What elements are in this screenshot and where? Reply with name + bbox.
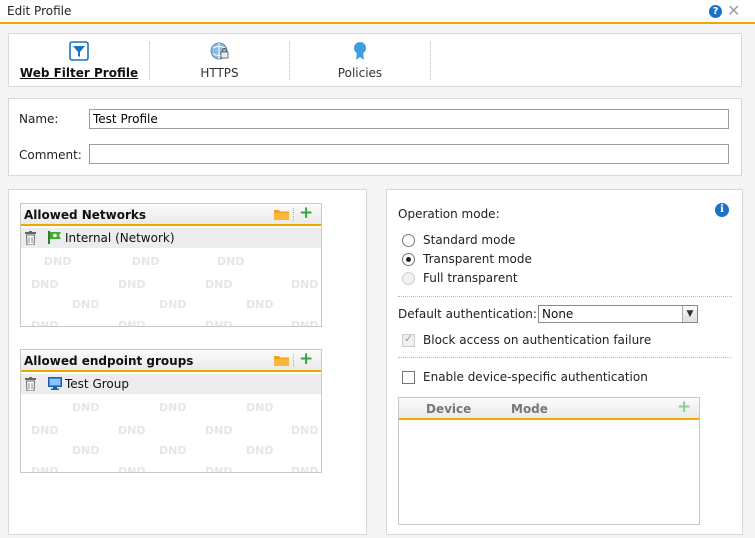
dnd-placeholder: DND [118, 424, 146, 437]
filter-icon [69, 41, 89, 61]
dnd-placeholder: DND [159, 298, 187, 311]
column-header-mode[interactable]: Mode [511, 402, 548, 416]
dnd-placeholder: DND [72, 444, 100, 457]
section-divider [398, 357, 732, 358]
device-auth-table[interactable]: Device Mode + [398, 397, 700, 525]
allowed-lists-panel: Allowed Networks + Internal (Network) DN… [8, 189, 367, 535]
block-access-checkbox[interactable] [402, 332, 415, 347]
dnd-placeholder: DND [159, 401, 187, 414]
dnd-placeholder: DND [72, 298, 100, 311]
standard-mode-radio[interactable] [402, 234, 415, 247]
list-item[interactable]: Test Group [21, 374, 321, 394]
question-icon[interactable]: ? [709, 5, 722, 18]
dnd-placeholder: DND [118, 465, 146, 473]
dnd-placeholder: DND [291, 319, 319, 327]
dnd-placeholder: DND [31, 278, 59, 291]
dnd-placeholder: DND [44, 255, 72, 268]
trash-icon[interactable] [25, 377, 36, 391]
dnd-placeholder: DND [118, 319, 146, 327]
tab-https[interactable]: HTTPS [150, 34, 289, 86]
list-item-label: Test Group [65, 377, 129, 391]
selected-value: None [542, 307, 574, 321]
https-lock-icon [210, 42, 228, 60]
folder-icon[interactable] [274, 355, 289, 366]
device-specific-auth-checkbox[interactable] [402, 371, 415, 384]
profile-details-panel: Name: Comment: [8, 98, 742, 176]
operation-settings-panel: Operation mode: i Standard mode Transpar… [386, 189, 743, 535]
tab-policies[interactable]: Policies [290, 34, 430, 86]
dnd-placeholder: DND [246, 444, 274, 457]
profile-tabs: Web Filter Profile HTTPS Policies [8, 33, 742, 87]
tab-web-filter-profile[interactable]: Web Filter Profile [9, 34, 149, 86]
dnd-placeholder: DND [72, 401, 100, 414]
device-specific-auth-label: Enable device-specific authentication [423, 370, 648, 384]
default-authentication-select[interactable]: None ▼ [538, 305, 698, 323]
dnd-placeholder: DND [205, 424, 233, 437]
dnd-placeholder: DND [118, 278, 146, 291]
folder-icon[interactable] [274, 209, 289, 220]
chevron-down-icon[interactable]: ▼ [682, 306, 697, 322]
standard-mode-label: Standard mode [423, 233, 516, 247]
list-header: Allowed endpoint groups + [21, 350, 321, 372]
dnd-placeholder: DND [246, 401, 274, 414]
column-header-device[interactable]: Device [426, 402, 471, 416]
policy-ribbon-icon [354, 42, 366, 60]
block-access-label: Block access on authentication failure [423, 333, 652, 347]
table-header: Device Mode + [399, 398, 699, 420]
dnd-placeholder: DND [291, 278, 319, 291]
transparent-mode-radio[interactable] [402, 253, 415, 266]
trash-icon[interactable] [25, 231, 36, 245]
title-bar: Edit Profile ? ✕ [0, 0, 755, 24]
dnd-placeholder: DND [205, 278, 233, 291]
drop-zone[interactable]: DND DND DND DND DND DND DND DND DND DND … [21, 248, 321, 327]
dnd-placeholder: DND [159, 444, 187, 457]
tab-divider [430, 42, 431, 80]
list-header: Allowed Networks + [21, 204, 321, 226]
dnd-placeholder: DND [205, 465, 233, 473]
name-label: Name: [19, 112, 59, 126]
monitor-icon [48, 377, 62, 390]
dnd-placeholder: DND [31, 465, 59, 473]
operation-mode-label: Operation mode: [398, 207, 500, 221]
network-flag-icon [48, 231, 61, 244]
header-divider [293, 208, 294, 221]
add-group-plus-icon[interactable]: + [299, 351, 313, 368]
tab-label: Policies [337, 66, 383, 80]
tab-label: Web Filter Profile [19, 66, 139, 80]
comment-input[interactable] [89, 144, 729, 164]
full-transparent-radio[interactable] [402, 272, 415, 285]
full-transparent-label: Full transparent [423, 271, 518, 285]
default-authentication-label: Default authentication: [398, 307, 537, 321]
list-title: Allowed endpoint groups [24, 354, 194, 368]
section-divider [398, 296, 732, 297]
header-divider [293, 354, 294, 367]
allowed-networks-list[interactable]: Allowed Networks + Internal (Network) DN… [20, 203, 322, 327]
dnd-placeholder: DND [291, 465, 319, 473]
add-device-plus-icon[interactable]: + [677, 399, 691, 416]
transparent-mode-label: Transparent mode [423, 252, 532, 266]
dnd-placeholder: DND [31, 424, 59, 437]
allowed-endpoint-groups-list[interactable]: Allowed endpoint groups + Test Group DND… [20, 349, 322, 473]
name-input[interactable] [89, 109, 729, 129]
list-title: Allowed Networks [24, 208, 147, 222]
add-network-plus-icon[interactable]: + [299, 205, 313, 222]
dnd-placeholder: DND [246, 298, 274, 311]
dnd-placeholder: DND [291, 424, 319, 437]
comment-label: Comment: [19, 148, 82, 162]
dnd-placeholder: DND [31, 319, 59, 327]
dnd-placeholder: DND [132, 255, 160, 268]
drop-zone[interactable]: DND DND DND DND DND DND DND DND DND DND … [21, 394, 321, 473]
list-item[interactable]: Internal (Network) [21, 228, 321, 248]
tab-label: HTTPS [200, 66, 239, 80]
info-icon[interactable]: i [715, 203, 729, 217]
list-item-label: Internal (Network) [65, 231, 175, 245]
close-icon[interactable]: ✕ [727, 1, 740, 20]
dnd-placeholder: DND [217, 255, 245, 268]
dnd-placeholder: DND [205, 319, 233, 327]
window-title: Edit Profile [7, 4, 72, 18]
